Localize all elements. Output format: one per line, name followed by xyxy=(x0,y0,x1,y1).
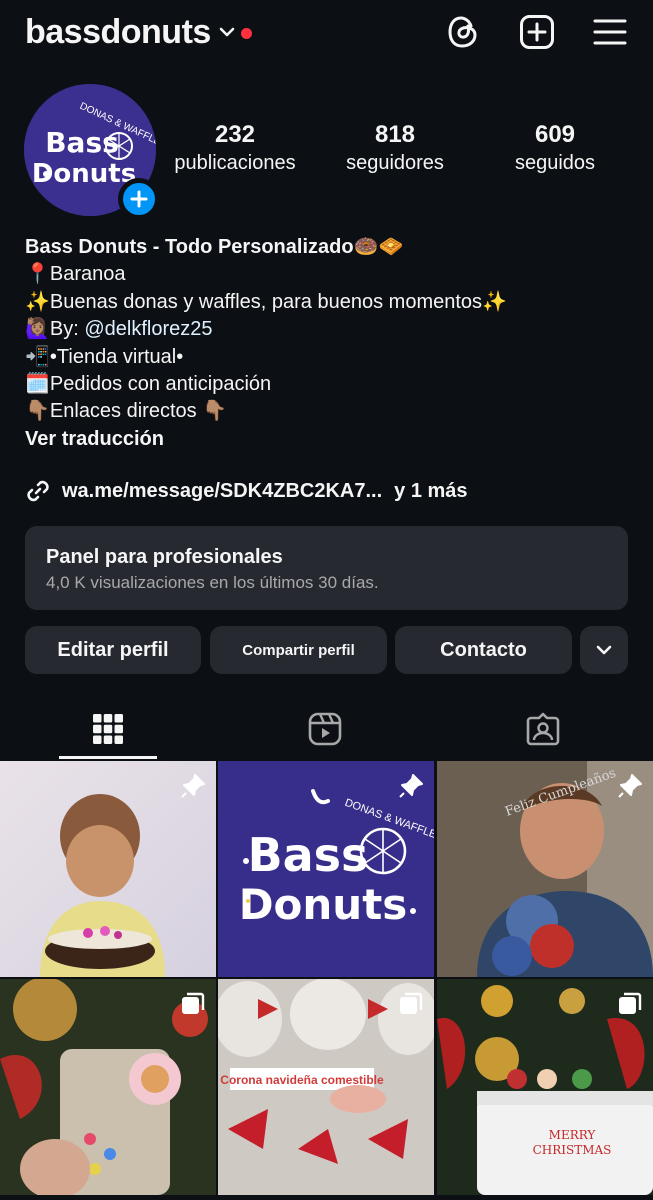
professional-dashboard[interactable]: Panel para profesionales 4,0 K visualiza… xyxy=(25,526,628,610)
stat-followers[interactable]: 818 seguidores xyxy=(320,120,470,176)
plus-icon xyxy=(130,190,148,208)
link-more[interactable]: y 1 más xyxy=(394,480,467,503)
pin-icon xyxy=(617,773,643,804)
carousel-icon xyxy=(398,991,424,1022)
bio-links-text: Enlaces directos 👇🏽 xyxy=(49,400,228,423)
pin-icon xyxy=(398,773,424,804)
tagged-icon xyxy=(526,712,560,746)
post-box-text-1: MERRY xyxy=(549,1128,597,1142)
stat-posts[interactable]: 232 publicaciones xyxy=(160,120,310,176)
bio-line-tagline: ✨Buenas donas y waffles, para buenos mom… xyxy=(25,289,507,316)
carousel-icon xyxy=(617,991,643,1022)
dashboard-title: Panel para profesionales xyxy=(46,546,283,568)
bio-tagline-text: Buenas donas y waffles, para buenos mome… xyxy=(49,290,507,313)
post-thumbnail[interactable]: Corona navideña comestible xyxy=(218,979,434,1195)
bio: Bass Donuts - Todo Personalizado🍩🧇 📍Bara… xyxy=(25,234,507,453)
post-logo-line1: Bass xyxy=(248,828,369,882)
tab-grid[interactable] xyxy=(58,700,158,758)
post-thumbnail[interactable] xyxy=(0,761,216,977)
stat-following-label: seguidos xyxy=(514,152,596,174)
post-thumbnail[interactable]: DONAS & WAFFLES Bass Donuts xyxy=(218,761,434,977)
stat-following[interactable]: 609 seguidos xyxy=(480,120,630,176)
bio-line-orders: 🗓️Pedidos con anticipación xyxy=(25,371,507,398)
calendar-emoji: 🗓️ xyxy=(25,373,50,396)
external-link[interactable]: wa.me/message/SDK4ZBC2KA7... y 1 más xyxy=(25,478,468,504)
reels-icon xyxy=(308,712,342,746)
bio-handle-link[interactable]: @delkflorez25 xyxy=(84,318,212,340)
stat-followers-count: 818 xyxy=(374,121,416,148)
profile-avatar[interactable]: DONAS & WAFFLES Bass Donuts xyxy=(24,84,160,220)
edit-profile-button[interactable]: Editar perfil xyxy=(25,626,201,674)
bio-line-store: 📲•Tienda virtual• xyxy=(25,344,507,371)
tab-tagged[interactable] xyxy=(493,700,593,758)
person-emoji: 🙋🏽‍♀️ xyxy=(25,318,50,341)
dashboard-subtitle: 4,0 K visualizaciones en los últimos 30 … xyxy=(46,573,379,592)
sparkles-emoji: ✨ xyxy=(25,290,50,313)
post-thumbnail[interactable]: MERRY CHRISTMAS xyxy=(437,979,653,1195)
link-url[interactable]: wa.me/message/SDK4ZBC2KA7... xyxy=(62,480,382,503)
notification-dot xyxy=(240,27,252,39)
suggested-accounts-button[interactable] xyxy=(580,626,628,674)
stat-posts-label: publicaciones xyxy=(174,152,296,174)
stat-following-count: 609 xyxy=(534,121,576,148)
stat-followers-label: seguidores xyxy=(346,152,444,174)
menu-icon[interactable] xyxy=(590,12,630,52)
chevron-down-icon xyxy=(219,25,235,43)
bio-store-text: •Tienda virtual• xyxy=(49,345,184,368)
chevron-down-icon xyxy=(596,645,612,655)
bio-line-location: 📍Baranoa xyxy=(25,261,507,288)
profile-tabs xyxy=(0,700,653,759)
phone-emoji: 📲 xyxy=(25,345,50,368)
post-thumbnail[interactable] xyxy=(0,979,216,1195)
active-tab-indicator xyxy=(59,756,157,759)
top-bar: bassdonuts xyxy=(0,0,653,64)
post-thumbnail[interactable]: Feliz Cumpleaños xyxy=(437,761,653,977)
pointing-down-emoji: 👇🏽 xyxy=(25,400,50,423)
account-switcher[interactable]: bassdonuts xyxy=(25,10,252,54)
grid-icon xyxy=(93,714,123,744)
username: bassdonuts xyxy=(25,13,211,51)
bio-line-by: 🙋🏽‍♀️By: @delkflorez25 xyxy=(25,316,507,343)
post-box-text-2: CHRISTMAS xyxy=(533,1143,612,1157)
bio-by-prefix: By: xyxy=(49,318,85,341)
profile-name: Bass Donuts - Todo Personalizado🍩🧇 xyxy=(25,236,404,258)
pin-emoji: 📍 xyxy=(25,263,50,286)
tab-reels[interactable] xyxy=(275,700,375,758)
stat-posts-count: 232 xyxy=(214,121,256,148)
bio-orders-text: Pedidos con anticipación xyxy=(49,373,272,396)
threads-icon[interactable] xyxy=(443,12,483,52)
see-translation-link[interactable]: Ver traducción xyxy=(25,426,507,453)
add-story-button[interactable] xyxy=(118,178,160,220)
carousel-icon xyxy=(180,991,206,1022)
new-post-icon[interactable] xyxy=(517,12,557,52)
contact-button[interactable]: Contacto xyxy=(395,626,572,674)
link-icon xyxy=(25,478,51,504)
bio-location-text: Baranoa xyxy=(49,263,126,286)
post-caption: Corona navideña comestible xyxy=(220,1073,384,1087)
post-logo-line2: Donuts xyxy=(239,880,408,929)
share-profile-button[interactable]: Compartir perfil xyxy=(210,626,387,674)
pin-icon xyxy=(180,773,206,804)
svg-text:Bass: Bass xyxy=(45,126,119,159)
bio-line-links: 👇🏽Enlaces directos 👇🏽 xyxy=(25,398,507,425)
